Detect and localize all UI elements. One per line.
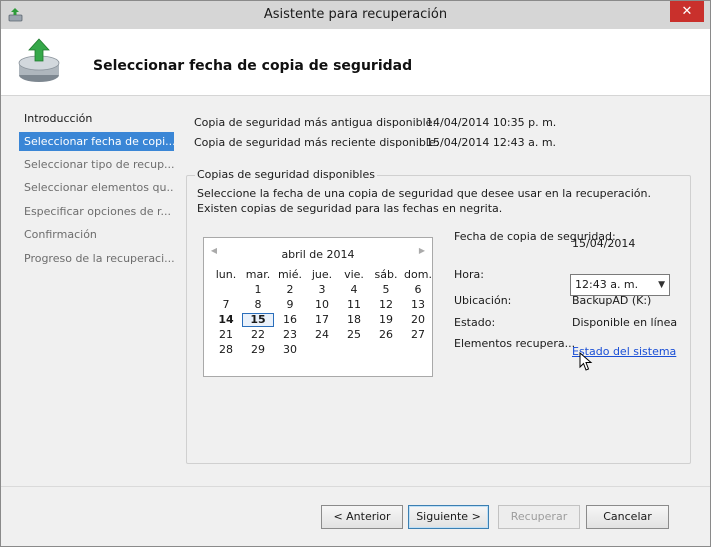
time-select[interactable]: 12:43 a. m. ▼ [570,274,670,296]
backup-recovery-icon [18,38,60,82]
calendar-day[interactable]: 27 [402,328,434,342]
calendar-day[interactable]: 1 [242,283,274,297]
wizard-header: Seleccionar fecha de copia de seguridad [1,29,710,96]
weekday-header: vie. [344,268,364,281]
calendar-day[interactable]: 24 [306,328,338,342]
newest-backup-value: 15/04/2014 12:43 a. m. [426,136,557,149]
step-select-items: Seleccionar elementos qu... [24,181,174,194]
calendar-day[interactable]: 12 [370,298,402,312]
recover-button[interactable]: Recuperar [498,505,580,529]
calendar-day[interactable]: 29 [242,343,274,357]
recovery-wizard-window: Asistente para recuperación ✕ Selecciona… [0,0,711,547]
oldest-backup-label: Copia de seguridad más antigua disponibl… [194,116,437,129]
weekday-header: mié. [277,268,303,281]
weekday-header: sáb. [374,268,398,281]
step-select-date[interactable]: Seleccionar fecha de copi... [19,132,174,151]
title-bar[interactable]: Asistente para recuperación ✕ [1,1,710,29]
calendar-month-title: abril de 2014 [281,248,355,261]
page-heading: Seleccionar fecha de copia de seguridad [93,58,413,74]
calendar-day[interactable]: 30 [274,343,306,357]
weekday-header: jue. [311,268,333,281]
window-title: Asistente para recuperación [263,7,448,22]
oldest-backup-value: 14/04/2014 10:35 p. m. [426,116,557,129]
calendar-day[interactable]: 6 [402,283,434,297]
time-select-value: 12:43 a. m. [575,278,639,291]
time-label: Hora: [454,268,484,281]
mouse-pointer-icon [579,352,593,371]
status-label: Estado: [454,316,496,329]
calendar-day[interactable]: 17 [306,313,338,327]
wizard-steps-sidebar: Introducción Seleccionar fecha de copi..… [1,97,176,546]
calendar-day[interactable]: 3 [306,283,338,297]
location-label: Ubicación: [454,294,512,307]
weekday-header: lun. [215,268,237,281]
calendar-day[interactable]: 25 [338,328,370,342]
wizard-content: Copia de seguridad más antigua disponibl… [176,97,710,486]
backup-date-value: 15/04/2014 [572,237,636,250]
calendar-day[interactable]: 7 [210,298,242,312]
next-button[interactable]: Siguiente > [408,505,489,529]
location-value: BackupAD (K:) [572,294,652,307]
calendar-day[interactable]: 11 [338,298,370,312]
cancel-button[interactable]: Cancelar [586,505,669,529]
calendar-day[interactable]: 26 [370,328,402,342]
step-specify-options: Especificar opciones de r... [24,205,172,218]
calendar-day[interactable]: 22 [242,328,274,342]
calendar-day[interactable]: 10 [306,298,338,312]
calendar-day[interactable]: 19 [370,313,402,327]
selected-day-cell[interactable]: 15 [242,313,274,327]
wizard-footer: < Anterior Siguiente > Recuperar Cancela… [1,486,710,546]
calendar-day[interactable]: 21 [210,328,242,342]
calendar-day[interactable]: 8 [242,298,274,312]
calendar-day[interactable]: 2 [274,283,306,297]
step-confirmation: Confirmación [24,228,97,241]
next-month-icon[interactable]: ▶ [416,246,428,255]
back-button[interactable]: < Anterior [321,505,403,529]
calendar-day[interactable]: 14 [210,313,242,327]
available-backups-group: Copias de seguridad disponibles Seleccio… [186,168,691,464]
weekday-header: mar. [245,268,271,281]
calendar-day[interactable]: 20 [402,313,434,327]
calendar-day[interactable]: 28 [210,343,242,357]
calendar-day[interactable]: 16 [274,313,306,327]
newest-backup-label: Copia de seguridad más reciente disponib… [194,136,440,149]
status-value: Disponible en línea [572,316,678,329]
step-progress: Progreso de la recuperaci... [24,252,174,265]
step-select-type: Seleccionar tipo de recup... [24,158,174,171]
step-introduction[interactable]: Introducción [19,109,174,128]
calendar-day[interactable]: 18 [338,313,370,327]
recoverable-items-label: Elementos recupera... [454,337,576,350]
calendar-day[interactable]: 4 [338,283,370,297]
close-button[interactable]: ✕ [670,1,704,22]
calendar-day[interactable]: 13 [402,298,434,312]
calendar-day[interactable]: 5 [370,283,402,297]
group-description: Seleccione la fecha de una copia de segu… [197,187,651,215]
group-legend: Copias de seguridad disponibles [195,168,377,181]
calendar-day[interactable]: 9 [274,298,306,312]
weekday-header: dom. [404,268,432,281]
calendar-day[interactable]: 23 [274,328,306,342]
backup-date-calendar[interactable]: ◀ abril de 2014 ▶ lun. mar. mié. jue. vie. sá… [203,237,433,377]
chevron-down-icon: ▼ [658,280,665,290]
